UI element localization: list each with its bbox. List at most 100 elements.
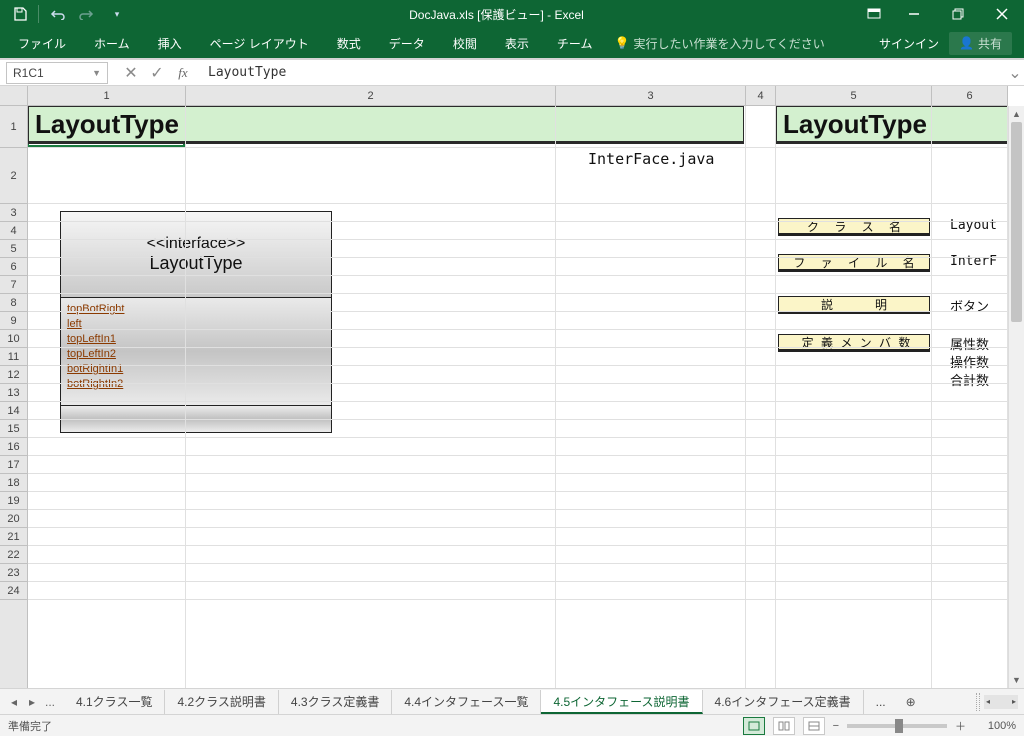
row-header[interactable]: 16 — [0, 438, 27, 456]
cells-grid[interactable]: LayoutType LayoutType InterFace.java ク ラ… — [28, 106, 1008, 688]
view-normal-icon[interactable] — [743, 717, 765, 735]
title-banner-right: LayoutType — [776, 106, 1008, 144]
row-header[interactable]: 15 — [0, 420, 27, 438]
zoom-slider[interactable] — [847, 724, 947, 728]
uml-member[interactable]: topLeftIn2 — [67, 347, 325, 362]
uml-member[interactable]: topLeftIn1 — [67, 332, 325, 347]
row-header[interactable]: 9 — [0, 312, 27, 330]
zoom-out-button[interactable]: − — [833, 720, 839, 732]
column-header[interactable]: 1 — [28, 86, 186, 105]
qat-customize-icon[interactable]: ▾ — [103, 2, 131, 26]
row-header[interactable]: 1 — [0, 106, 27, 148]
row-header[interactable]: 18 — [0, 474, 27, 492]
tab-view[interactable]: 表示 — [491, 28, 543, 58]
label-member-count: 定 義 メ ン バ 数 — [778, 334, 930, 352]
tab-more-right[interactable]: ... — [864, 690, 898, 714]
tell-me-search[interactable]: 💡 実行したい作業を入力してください — [606, 28, 824, 58]
row-header[interactable]: 5 — [0, 240, 27, 258]
uml-members: topBotRight left topLeftIn1 topLeftIn2 b… — [61, 298, 331, 406]
row-header[interactable]: 20 — [0, 510, 27, 528]
row-header[interactable]: 3 — [0, 204, 27, 222]
value-total-count: 合計数 — [950, 370, 989, 389]
select-all-corner[interactable] — [0, 86, 28, 106]
zoom-in-button[interactable]: ＋ — [955, 718, 966, 734]
sheet-tab[interactable]: 4.4インタフェース一覧 — [392, 690, 541, 714]
row-header[interactable]: 12 — [0, 366, 27, 384]
column-header[interactable]: 6 — [932, 86, 1008, 105]
add-sheet-button[interactable]: ⊕ — [898, 695, 924, 709]
tab-page-layout[interactable]: ページ レイアウト — [196, 28, 323, 58]
redo-icon[interactable] — [73, 2, 101, 26]
zoom-percentage[interactable]: 100% — [974, 720, 1016, 732]
row-header[interactable]: 8 — [0, 294, 27, 312]
name-box[interactable]: R1C1 ▼ — [6, 62, 108, 84]
insert-function-icon[interactable]: fx — [170, 62, 196, 84]
enter-formula-icon[interactable]: ✓ — [144, 62, 170, 84]
row-header[interactable]: 22 — [0, 546, 27, 564]
column-header[interactable]: 5 — [776, 86, 932, 105]
restore-button[interactable] — [936, 0, 980, 28]
formula-bar-expand-icon[interactable]: ⌄ — [1006, 63, 1024, 83]
tab-split-handle[interactable] — [976, 693, 980, 711]
tab-nav-more[interactable]: ... — [42, 695, 58, 709]
column-header[interactable]: 3 — [556, 86, 746, 105]
tab-team[interactable]: チーム — [543, 28, 607, 58]
minimize-button[interactable] — [892, 0, 936, 28]
share-button[interactable]: 👤 共有 — [949, 32, 1012, 55]
tab-review[interactable]: 校閲 — [439, 28, 491, 58]
horizontal-scrollbar[interactable]: ◂▸ — [984, 695, 1018, 709]
save-icon[interactable] — [6, 2, 34, 26]
cancel-formula-icon[interactable]: ✕ — [118, 62, 144, 84]
value-op-count: 操作数 — [950, 352, 989, 371]
signin-link[interactable]: サインイン — [879, 35, 939, 52]
sheet-tab[interactable]: 4.2クラス説明書 — [165, 690, 278, 714]
row-header[interactable]: 24 — [0, 582, 27, 600]
tab-data[interactable]: データ — [375, 28, 439, 58]
row-header[interactable]: 21 — [0, 528, 27, 546]
undo-icon[interactable] — [43, 2, 71, 26]
row-header[interactable]: 19 — [0, 492, 27, 510]
formula-input[interactable]: LayoutType — [196, 62, 1006, 84]
row-header[interactable]: 10 — [0, 330, 27, 348]
uml-member[interactable]: botRightIn2 — [67, 377, 325, 392]
sheet-tab[interactable]: 4.3クラス定義書 — [279, 690, 392, 714]
tab-home[interactable]: ホーム — [80, 28, 144, 58]
value-description: ボタン — [950, 296, 989, 315]
tab-file[interactable]: ファイル — [4, 28, 80, 58]
vertical-scrollbar[interactable]: ▲ ▼ — [1008, 106, 1024, 688]
sheet-tab[interactable]: 4.5インタフェース説明書 — [541, 690, 702, 714]
tab-formulas[interactable]: 数式 — [323, 28, 375, 58]
view-page-break-icon[interactable] — [803, 717, 825, 735]
tab-insert[interactable]: 挿入 — [144, 28, 196, 58]
row-header[interactable]: 11 — [0, 348, 27, 366]
row-header[interactable]: 17 — [0, 456, 27, 474]
sheet-tab-bar: ◂ ▸ ... 4.1クラス一覧4.2クラス説明書4.3クラス定義書4.4インタ… — [0, 688, 1024, 714]
uml-member[interactable]: topBotRight — [67, 302, 325, 317]
scroll-down-icon[interactable]: ▼ — [1009, 672, 1024, 688]
row-header[interactable]: 6 — [0, 258, 27, 276]
row-header[interactable]: 13 — [0, 384, 27, 402]
window-title: DocJava.xls [保護ビュー] - Excel — [137, 6, 856, 23]
sheet-tab[interactable]: 4.6インタフェース定義書 — [703, 690, 864, 714]
column-header[interactable]: 4 — [746, 86, 776, 105]
close-button[interactable] — [980, 0, 1024, 28]
sheet-tab-nav: ◂ ▸ ... — [0, 695, 64, 709]
sheet-tab[interactable]: 4.1クラス一覧 — [64, 690, 165, 714]
view-page-layout-icon[interactable] — [773, 717, 795, 735]
row-header[interactable]: 7 — [0, 276, 27, 294]
source-file-label: InterFace.java — [588, 150, 714, 168]
scroll-up-icon[interactable]: ▲ — [1009, 106, 1024, 122]
tab-nav-prev-icon[interactable]: ▸ — [24, 695, 40, 709]
row-header[interactable]: 14 — [0, 402, 27, 420]
row-header[interactable]: 4 — [0, 222, 27, 240]
row-header[interactable]: 2 — [0, 148, 27, 204]
column-headers: 123456 — [28, 86, 1008, 106]
column-header[interactable]: 2 — [186, 86, 556, 105]
worksheet-area: 123456 123456789101112131415161718192021… — [0, 86, 1024, 688]
chevron-down-icon[interactable]: ▼ — [92, 68, 101, 78]
tab-nav-first-icon[interactable]: ◂ — [6, 695, 22, 709]
zoom-slider-knob[interactable] — [895, 719, 903, 733]
scroll-thumb[interactable] — [1011, 122, 1022, 322]
row-header[interactable]: 23 — [0, 564, 27, 582]
ribbon-display-options-icon[interactable] — [856, 0, 892, 28]
